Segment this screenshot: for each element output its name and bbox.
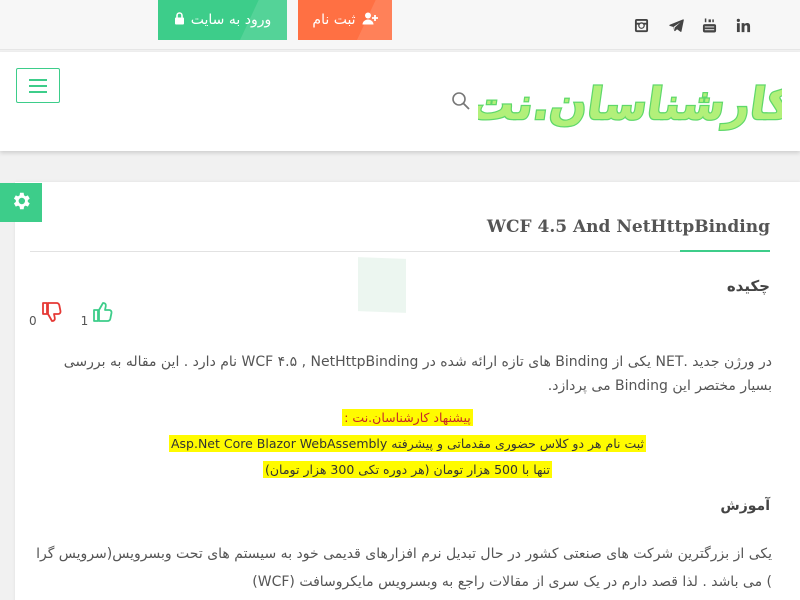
thumbs-down-icon[interactable] [39,300,63,328]
register-button[interactable]: ثبت نام [298,0,392,40]
like-count: 1 [80,314,89,328]
top-bar: ورود به سایت ثبت نام [0,0,800,50]
logo-text: کارشناسان.نت [478,79,782,130]
abstract-heading: چکیده [726,277,770,295]
article-title: WCF 4.5 And NetHttpBinding [486,217,770,237]
site-header: کارشناسان.نت [0,52,800,151]
suggestion-line-2[interactable]: تنها با 500 هزار تومان (هر دوره تکی 300 … [262,461,553,478]
login-button[interactable]: ورود به سایت [158,0,287,40]
lock-icon [174,11,185,29]
dislike-count: 0 [29,314,37,328]
suggestion-line-1[interactable]: ثبت نام هر دو کلاس حضوری مقدماتی و پیشرف… [168,435,646,452]
rating-widget: 0 1 [29,300,114,328]
title-divider-accent [680,250,770,252]
youtube-icon[interactable] [700,16,718,34]
hamburger-menu-button[interactable] [16,68,60,103]
suggestion-box: پیشنهاد کارشناسان.نت : ثبت نام هر دو کلا… [15,405,800,483]
register-label: ثبت نام [312,12,356,28]
menu-bar [29,78,47,81]
tutorial-text: یکی از بزرگترین شرکت های صنعتی کشور در ح… [36,546,772,590]
linkedin-icon[interactable] [734,16,752,34]
search-icon[interactable] [451,91,471,111]
tutorial-heading: آموزش [720,498,770,514]
menu-bar [29,90,47,93]
login-label: ورود به سایت [190,12,272,28]
site-logo[interactable]: کارشناسان.نت [478,72,782,134]
settings-toggle-button[interactable] [0,183,42,222]
article-card: WCF 4.5 And NetHttpBinding چکیده 0 1 در … [15,182,800,600]
instagram-icon[interactable] [632,16,650,34]
gear-icon [10,190,32,216]
article-image [358,257,406,313]
suggestion-label: پیشنهاد کارشناسان.نت : [342,409,473,426]
title-divider [30,251,770,252]
telegram-icon[interactable] [667,16,685,34]
menu-bar [29,84,47,87]
abstract-text: در ورژن جدید .NET یکی از Binding های تاز… [63,354,772,394]
add-user-icon [362,12,378,29]
thumbs-up-icon[interactable] [90,300,114,328]
